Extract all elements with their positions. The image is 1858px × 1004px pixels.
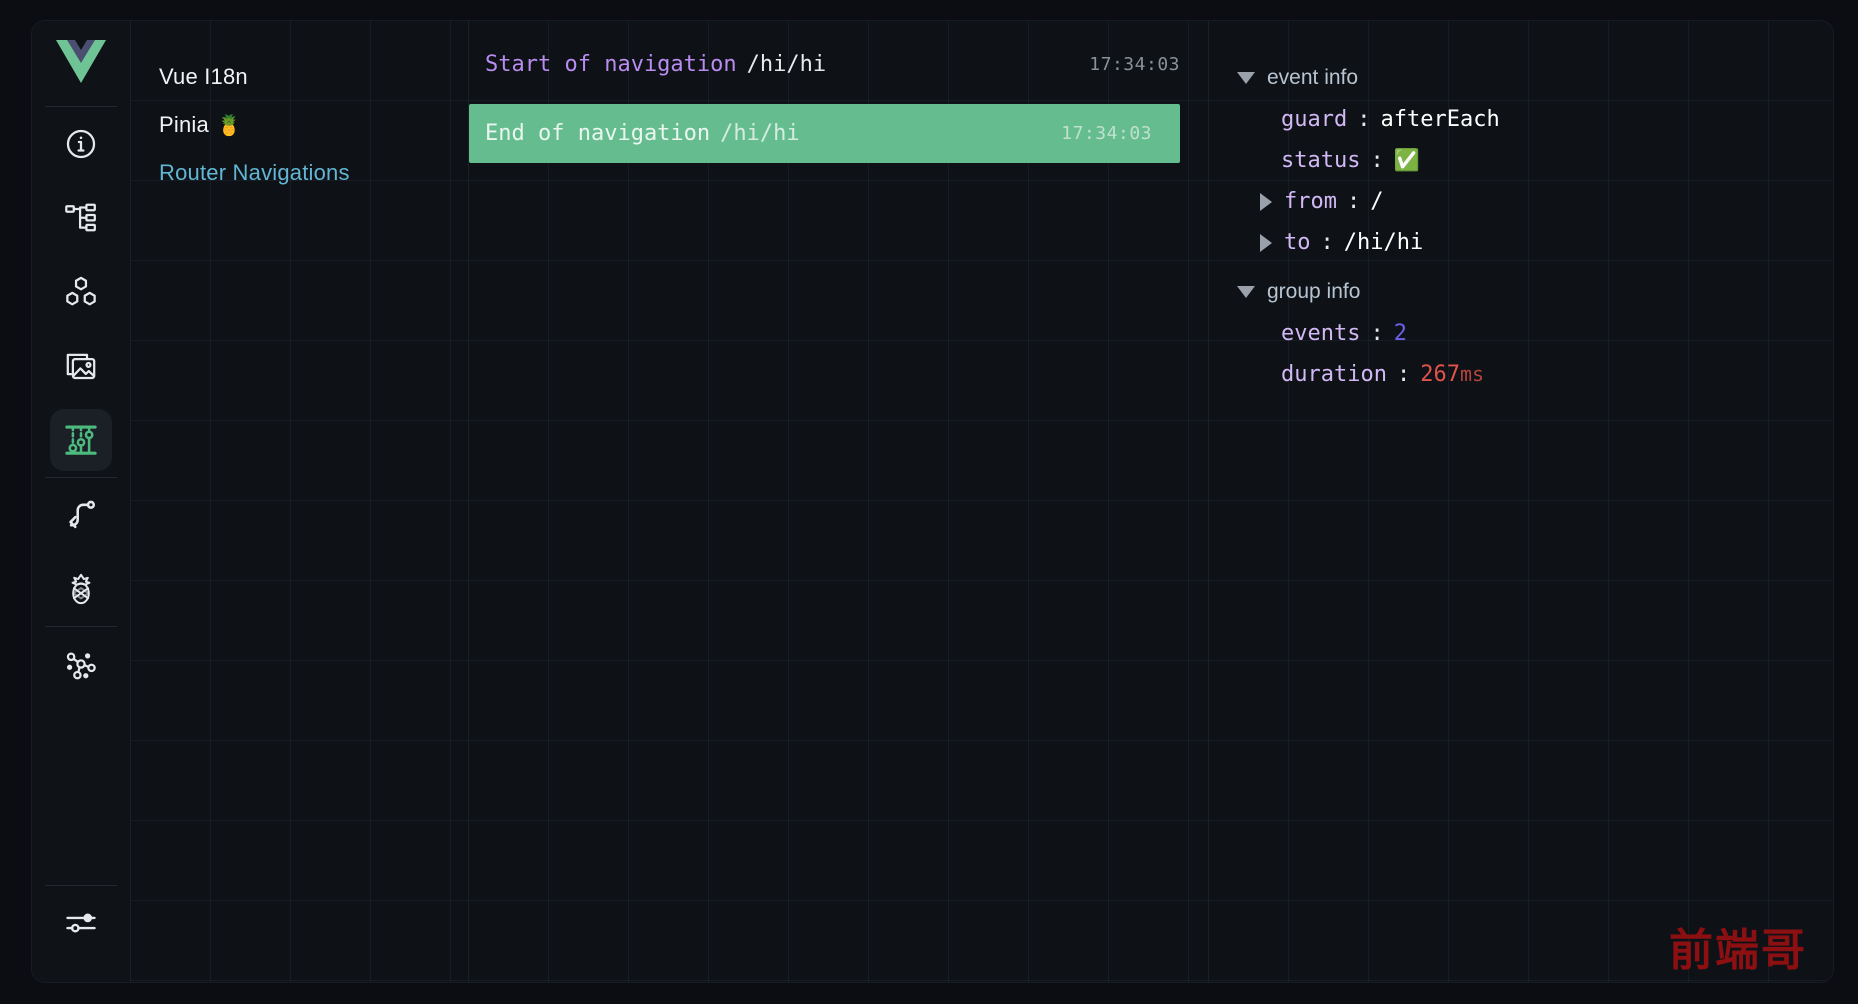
- row-value: 267ms: [1420, 362, 1484, 387]
- icon-sidebar: [32, 21, 131, 982]
- row-value: afterEach: [1380, 107, 1499, 132]
- sidebar-item-assets[interactable]: [50, 335, 112, 397]
- inspector-row-from[interactable]: from : /: [1237, 181, 1833, 222]
- inspector-row-status: status : ✅: [1237, 140, 1833, 181]
- row-value: /hi/hi: [1344, 230, 1423, 255]
- section-title: group info: [1267, 280, 1360, 304]
- list-item[interactable]: Router Navigations: [131, 149, 468, 197]
- row-colon: :: [1357, 107, 1370, 132]
- route-path-icon: [63, 497, 99, 533]
- section-title: event info: [1267, 66, 1358, 90]
- images-gallery-icon: [63, 348, 99, 384]
- timeline-event-row[interactable]: End of navigation /hi/hi 17:34:03: [469, 104, 1180, 163]
- section-header-group-info[interactable]: group info: [1237, 271, 1833, 313]
- graph-network-icon: [63, 646, 99, 682]
- inspector-row-guard: guard : afterEach: [1237, 99, 1833, 140]
- row-value: /: [1370, 189, 1383, 214]
- timeline-sliders-icon: [63, 422, 99, 458]
- row-key: to: [1284, 230, 1311, 255]
- inspector-row-events: events : 2: [1237, 313, 1833, 354]
- layer-label: Vue I18n: [159, 64, 248, 90]
- devtools-window: Vue I18n Pinia 🍍 Router Navigations Star…: [31, 20, 1834, 983]
- row-key: status: [1281, 148, 1360, 173]
- chevron-down-icon: [1237, 286, 1255, 298]
- row-key: from: [1284, 189, 1337, 214]
- sitemap-tree-icon: [63, 200, 99, 236]
- chevron-right-icon[interactable]: [1260, 193, 1272, 211]
- chevron-down-icon: [1237, 72, 1255, 84]
- event-title: Start of navigation: [485, 52, 737, 77]
- row-colon: :: [1347, 189, 1360, 214]
- inspector-row-duration: duration : 267ms: [1237, 354, 1833, 395]
- sidebar-group-graph: [32, 627, 130, 701]
- vue-logo-icon: [55, 39, 107, 89]
- row-key: events: [1281, 321, 1360, 346]
- sidebar-group-primary: [32, 107, 130, 477]
- list-item[interactable]: Pinia 🍍: [131, 101, 468, 149]
- row-colon: :: [1370, 321, 1383, 346]
- duration-unit: ms: [1460, 362, 1484, 386]
- hexagon-nodes-icon: [63, 274, 99, 310]
- row-key: guard: [1281, 107, 1347, 132]
- sidebar-item-components-info[interactable]: [50, 113, 112, 175]
- timeline-event-row[interactable]: Start of navigation /hi/hi 17:34:03: [469, 35, 1208, 94]
- status-check-icon: ✅: [1394, 148, 1420, 173]
- section-header-event-info[interactable]: event info: [1237, 57, 1833, 99]
- event-inspector-pane: event info guard : afterEach status : ✅ …: [1209, 21, 1833, 982]
- row-value: 2: [1394, 321, 1407, 346]
- sidebar-group-settings: [32, 886, 130, 960]
- inspector-row-to[interactable]: to : /hi/hi: [1237, 222, 1833, 263]
- settings-sliders-icon: [63, 905, 99, 941]
- row-colon: :: [1321, 230, 1334, 255]
- vue-logo-button[interactable]: [32, 21, 130, 106]
- event-path: /hi/hi: [720, 121, 799, 146]
- sidebar-item-settings[interactable]: [50, 892, 112, 954]
- row-key: duration: [1281, 362, 1387, 387]
- sidebar-item-component-tree[interactable]: [50, 187, 112, 249]
- watermark-text: 前端哥: [1669, 914, 1807, 978]
- layers-list-pane: Vue I18n Pinia 🍍 Router Navigations: [131, 21, 469, 982]
- timeline-events-pane: Start of navigation /hi/hi 17:34:03 End …: [469, 21, 1209, 982]
- event-timestamp: 17:34:03: [1061, 123, 1152, 144]
- sidebar-group-plugins: [32, 478, 130, 626]
- row-colon: :: [1397, 362, 1410, 387]
- sidebar-item-timeline[interactable]: [50, 409, 112, 471]
- event-title: End of navigation: [485, 121, 710, 146]
- chevron-right-icon[interactable]: [1260, 234, 1272, 252]
- sidebar-item-component-nodes[interactable]: [50, 261, 112, 323]
- info-circle-icon: [64, 127, 98, 161]
- event-timestamp: 17:34:03: [1089, 54, 1180, 75]
- event-path: /hi/hi: [747, 52, 826, 77]
- sidebar-item-pinia[interactable]: [50, 558, 112, 620]
- layer-label: Router Navigations: [159, 160, 350, 186]
- duration-number: 267: [1420, 362, 1460, 387]
- event-row-gap: [469, 94, 1208, 104]
- layer-label: Pinia: [159, 112, 209, 138]
- pineapple-icon: [64, 571, 98, 607]
- sidebar-item-graph[interactable]: [50, 633, 112, 695]
- list-item[interactable]: Vue I18n: [131, 53, 468, 101]
- row-colon: :: [1370, 148, 1383, 173]
- sidebar-item-router[interactable]: [50, 484, 112, 546]
- layer-emoji: 🍍: [217, 113, 242, 138]
